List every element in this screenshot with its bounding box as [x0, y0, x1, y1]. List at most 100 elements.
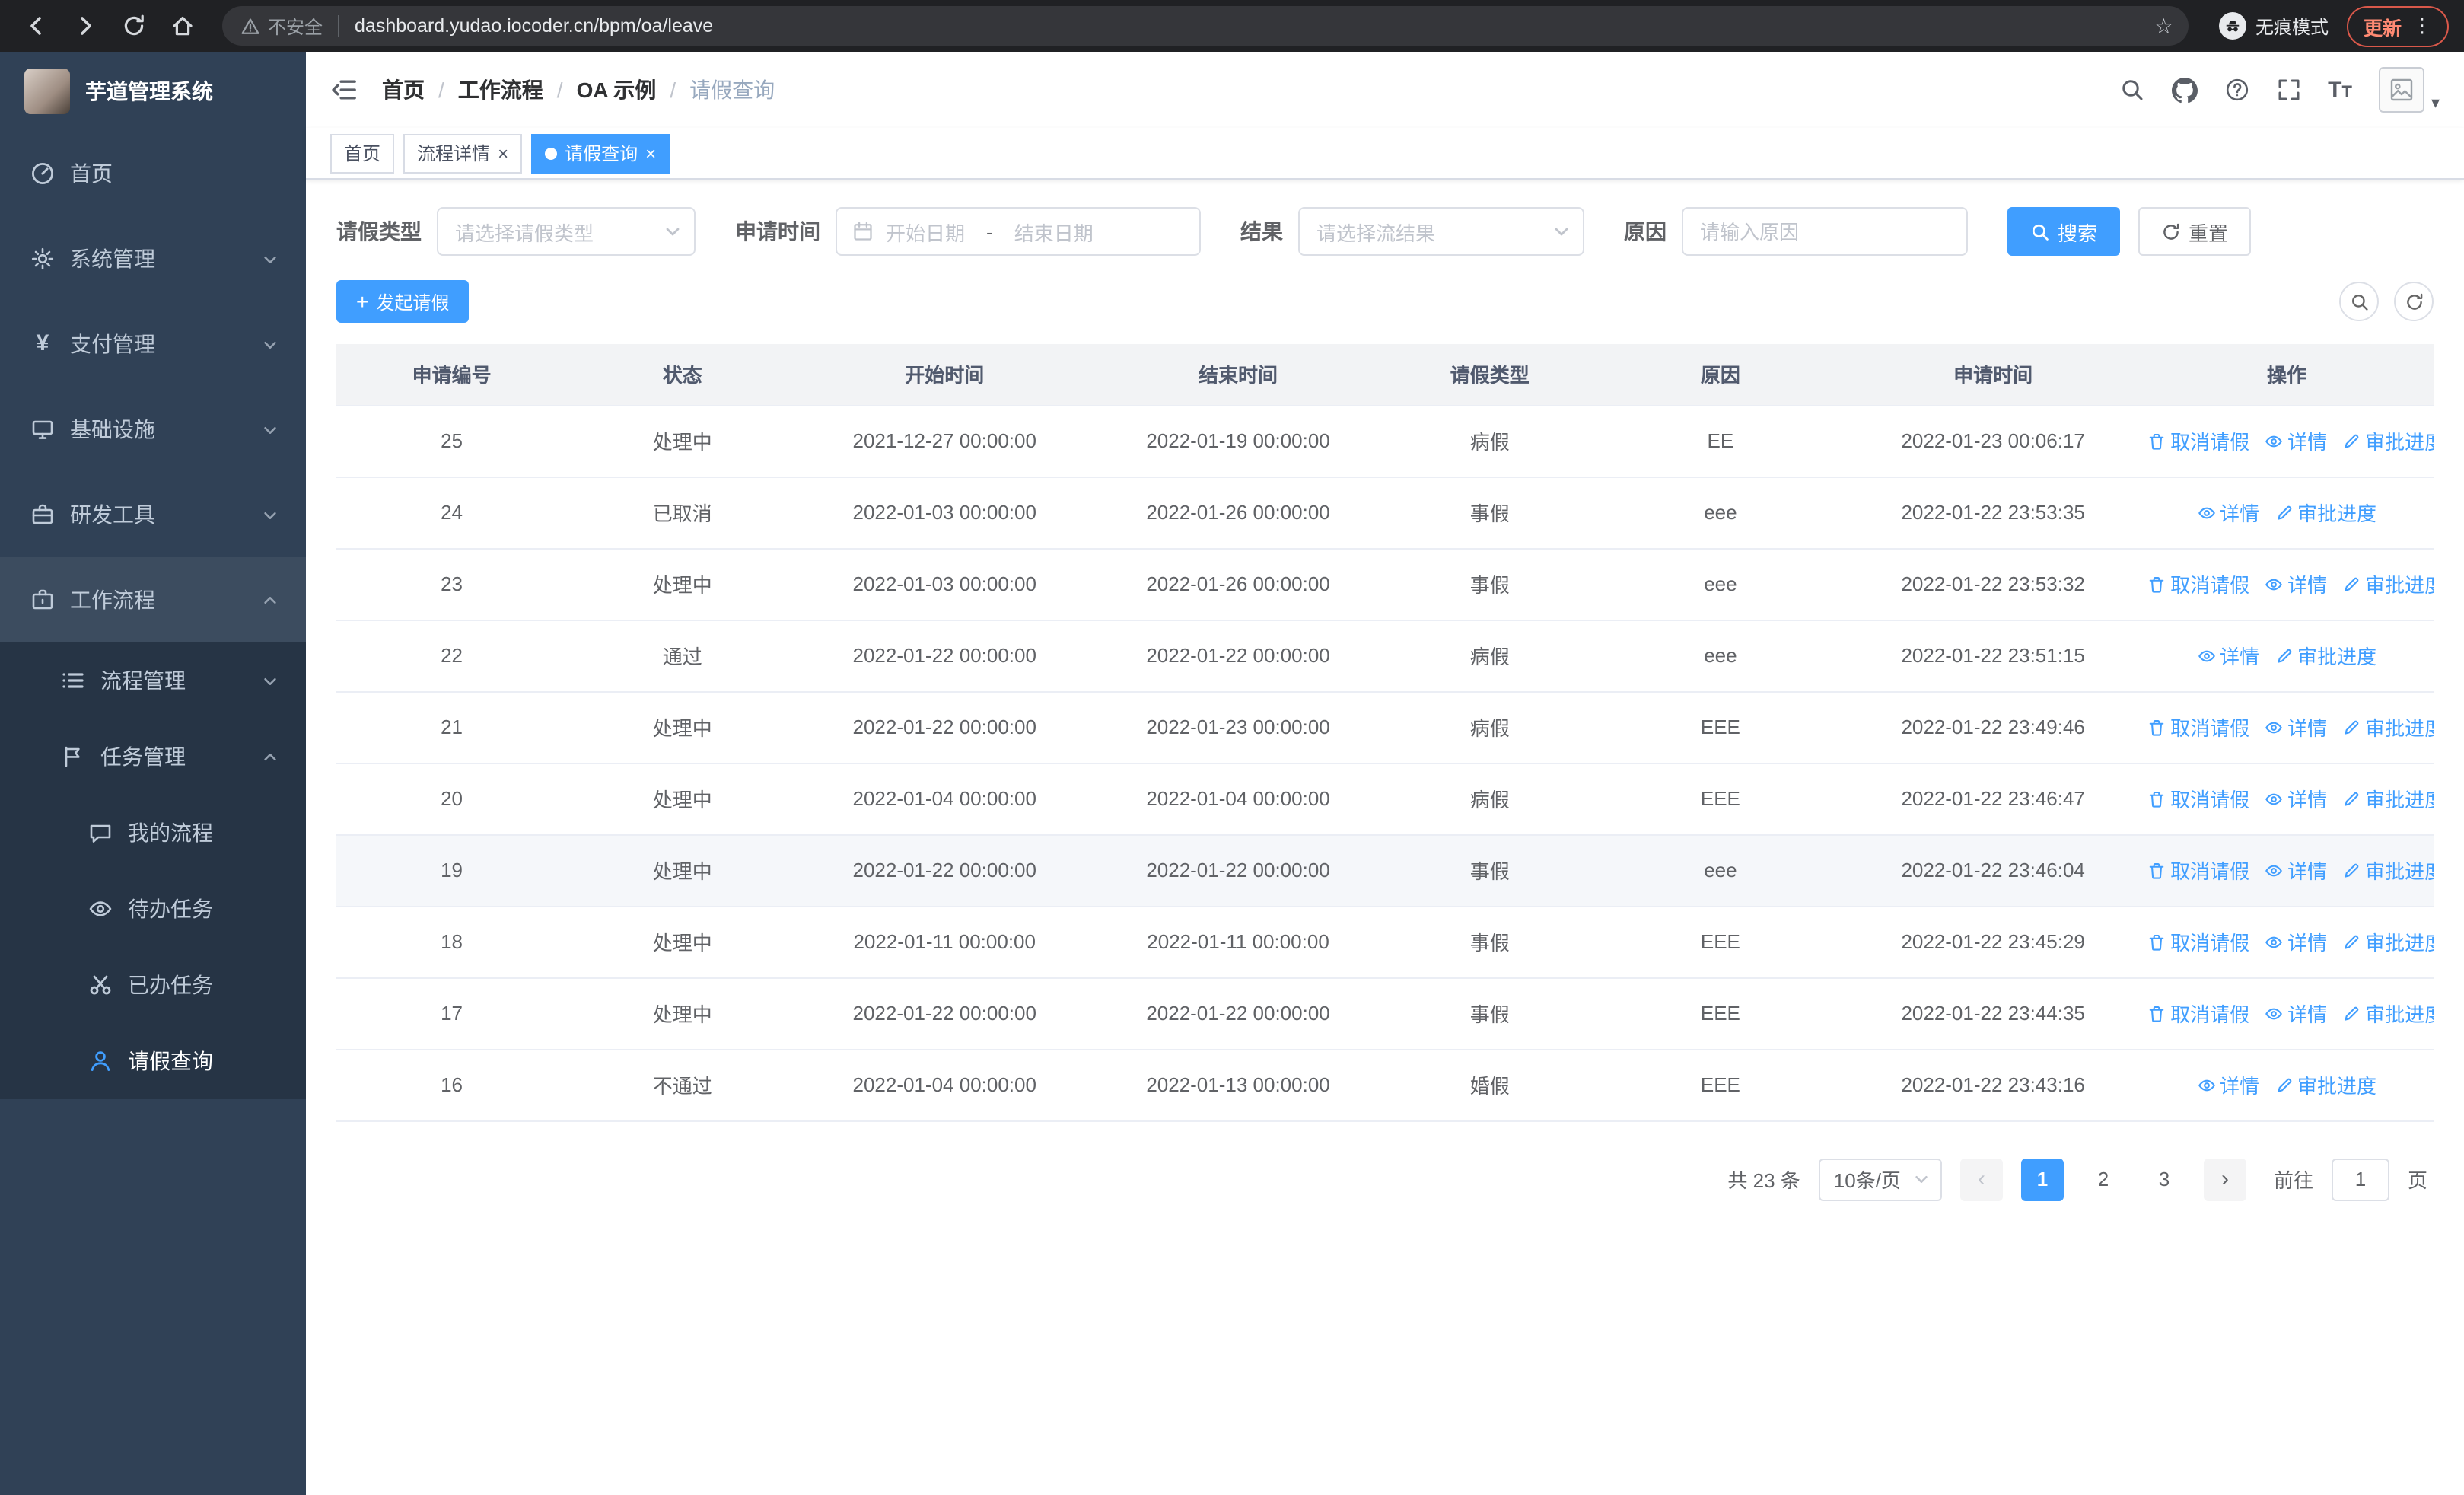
progress-action-link[interactable]: 审批进度 — [2342, 856, 2434, 885]
font-size-icon[interactable]: TT — [2328, 77, 2352, 103]
tab-process-detail[interactable]: 流程详情 × — [403, 133, 523, 173]
cell-id: 21 — [336, 691, 568, 763]
cell-start: 2022-01-22 00:00:00 — [797, 691, 1092, 763]
close-icon[interactable]: × — [645, 144, 656, 162]
page-button-1[interactable]: 1 — [2020, 1158, 2064, 1200]
detail-action-link[interactable]: 详情 — [2265, 856, 2327, 885]
create-leave-button[interactable]: + 发起请假 — [336, 280, 470, 323]
list-icon — [61, 668, 85, 693]
detail-action-link[interactable]: 详情 — [2265, 999, 2327, 1028]
leave-type-select[interactable]: 请选择请假类型 — [437, 207, 696, 256]
prev-page-button[interactable]: ‹ — [1959, 1158, 2003, 1200]
result-select[interactable]: 请选择流结果 — [1298, 207, 1584, 256]
toggle-search-button[interactable] — [2339, 282, 2379, 321]
close-icon[interactable]: × — [498, 144, 508, 162]
date-range-picker[interactable]: 开始日期 - 结束日期 — [836, 207, 1201, 256]
detail-action-link[interactable]: 详情 — [2265, 569, 2327, 598]
sidebar-item-infrastructure[interactable]: 基础设施 — [0, 387, 306, 472]
workflow-submenu: 流程管理 任务管理 我的流程 待办任务 已办任务 请假查询 — [0, 642, 306, 1099]
detail-action-link[interactable]: 详情 — [2197, 1070, 2259, 1099]
reset-button[interactable]: 重置 — [2138, 207, 2252, 256]
browser-menu-icon[interactable]: ⋮ — [2412, 14, 2432, 38]
detail-action-link[interactable]: 详情 — [2265, 784, 2327, 813]
cancel-action-link[interactable]: 取消请假 — [2147, 712, 2249, 741]
search-button[interactable]: 搜索 — [2007, 207, 2121, 256]
cancel-action-link[interactable]: 取消请假 — [2147, 569, 2249, 598]
progress-action-link[interactable]: 审批进度 — [2275, 498, 2376, 527]
progress-action-link[interactable]: 审批进度 — [2342, 569, 2434, 598]
detail-action-link[interactable]: 详情 — [2197, 498, 2259, 527]
help-icon[interactable] — [2224, 78, 2249, 102]
sidebar-item-my-process[interactable]: 我的流程 — [0, 795, 306, 871]
col-apply-id: 申请编号 — [336, 344, 568, 406]
browser-forward-button[interactable] — [64, 5, 107, 47]
header-search-icon[interactable] — [2119, 78, 2144, 102]
sidebar-item-home[interactable]: 首页 — [0, 131, 306, 216]
detail-action-link[interactable]: 详情 — [2265, 712, 2327, 741]
cancel-action-link[interactable]: 取消请假 — [2147, 999, 2249, 1028]
cancel-action-link[interactable]: 取消请假 — [2147, 856, 2249, 885]
progress-action-link[interactable]: 审批进度 — [2342, 927, 2434, 956]
breadcrumb-home[interactable]: 首页 — [382, 75, 425, 105]
sidebar-item-task-management[interactable]: 任务管理 — [0, 719, 306, 795]
page-content: 请假类型 请选择请假类型 申请时间 开始日期 - 结束日期 结果 请选择流结果 … — [306, 180, 2464, 1200]
github-icon[interactable] — [2171, 77, 2198, 103]
bookmark-star-icon[interactable]: ☆ — [2154, 13, 2173, 39]
tab-leave-query[interactable]: 请假查询 × — [531, 133, 670, 173]
page-button-2[interactable]: 2 — [2082, 1158, 2125, 1200]
table-header-row: 申请编号 状态 开始时间 结束时间 请假类型 原因 申请时间 操作 — [336, 344, 2434, 406]
progress-action-link[interactable]: 审批进度 — [2342, 784, 2434, 813]
next-page-button[interactable]: › — [2203, 1158, 2246, 1200]
page-button-3[interactable]: 3 — [2143, 1158, 2185, 1200]
refresh-icon — [2163, 222, 2179, 239]
cancel-action-link[interactable]: 取消请假 — [2147, 927, 2249, 956]
detail-action-link[interactable]: 详情 — [2265, 927, 2327, 956]
search-icon — [2351, 294, 2367, 310]
cell-end: 2022-01-19 00:00:00 — [1091, 405, 1385, 477]
browser-home-button[interactable] — [161, 5, 204, 47]
cancel-action-link[interactable]: 取消请假 — [2147, 784, 2249, 813]
progress-action-link[interactable]: 审批进度 — [2342, 712, 2434, 741]
address-bar[interactable]: 不安全 dashboard.yudao.iocoder.cn/bpm/oa/le… — [222, 6, 2189, 46]
detail-action-link[interactable]: 详情 — [2197, 641, 2259, 670]
breadcrumb-leave-query: 请假查询 — [689, 78, 775, 102]
tab-home[interactable]: 首页 — [330, 133, 395, 173]
browser-back-button[interactable] — [15, 5, 58, 47]
chevron-down-icon — [262, 336, 279, 352]
reason-input[interactable] — [1683, 209, 1966, 254]
cell-reason: EEE — [1594, 763, 1847, 835]
sidebar-item-system-management[interactable]: 系统管理 — [0, 216, 306, 301]
breadcrumb-oa-example[interactable]: OA 示例 — [577, 75, 657, 105]
sidebar-item-leave-query[interactable]: 请假查询 — [0, 1023, 306, 1099]
cell-reason: eee — [1594, 548, 1847, 620]
goto-page-input[interactable] — [2331, 1158, 2389, 1200]
progress-action-link[interactable]: 审批进度 — [2342, 999, 2434, 1028]
workflow-icon — [30, 588, 55, 612]
cancel-action-link[interactable]: 取消请假 — [2147, 426, 2249, 455]
detail-action-link[interactable]: 详情 — [2265, 426, 2327, 455]
browser-reload-button[interactable] — [113, 5, 155, 47]
progress-action-link[interactable]: 审批进度 — [2275, 641, 2376, 670]
browser-update-button[interactable]: 更新 ⋮ — [2346, 5, 2449, 46]
progress-action-link[interactable]: 审批进度 — [2275, 1070, 2376, 1099]
collapse-sidebar-icon[interactable] — [330, 76, 358, 104]
refresh-table-button[interactable] — [2394, 282, 2434, 321]
sidebar-item-todo-tasks[interactable]: 待办任务 — [0, 871, 306, 947]
cell-type: 病假 — [1384, 620, 1595, 692]
sidebar-item-done-tasks[interactable]: 已办任务 — [0, 947, 306, 1023]
progress-action-link[interactable]: 审批进度 — [2342, 426, 2434, 455]
table-row: 22 通过 2022-01-22 00:00:00 2022-01-22 00:00:… — [336, 620, 2434, 692]
active-dot — [545, 147, 558, 159]
cell-actions: 详情 审批进度 — [2140, 1049, 2434, 1121]
chevron-down-icon — [1555, 228, 1568, 236]
fullscreen-icon[interactable] — [2276, 78, 2300, 102]
sidebar-item-payment-management[interactable]: ¥ 支付管理 — [0, 301, 306, 387]
sidebar-item-dev-tools[interactable]: 研发工具 — [0, 472, 306, 557]
sidebar-item-workflow[interactable]: 工作流程 — [0, 557, 306, 642]
page-size-select[interactable]: 10条/页 — [1818, 1158, 1942, 1200]
sidebar-item-process-management[interactable]: 流程管理 — [0, 642, 306, 719]
user-menu[interactable]: ▾ — [2379, 67, 2440, 113]
cell-start: 2022-01-03 00:00:00 — [797, 548, 1092, 620]
cell-actions: 详情 审批进度 — [2140, 477, 2434, 549]
breadcrumb-workflow[interactable]: 工作流程 — [458, 75, 543, 105]
